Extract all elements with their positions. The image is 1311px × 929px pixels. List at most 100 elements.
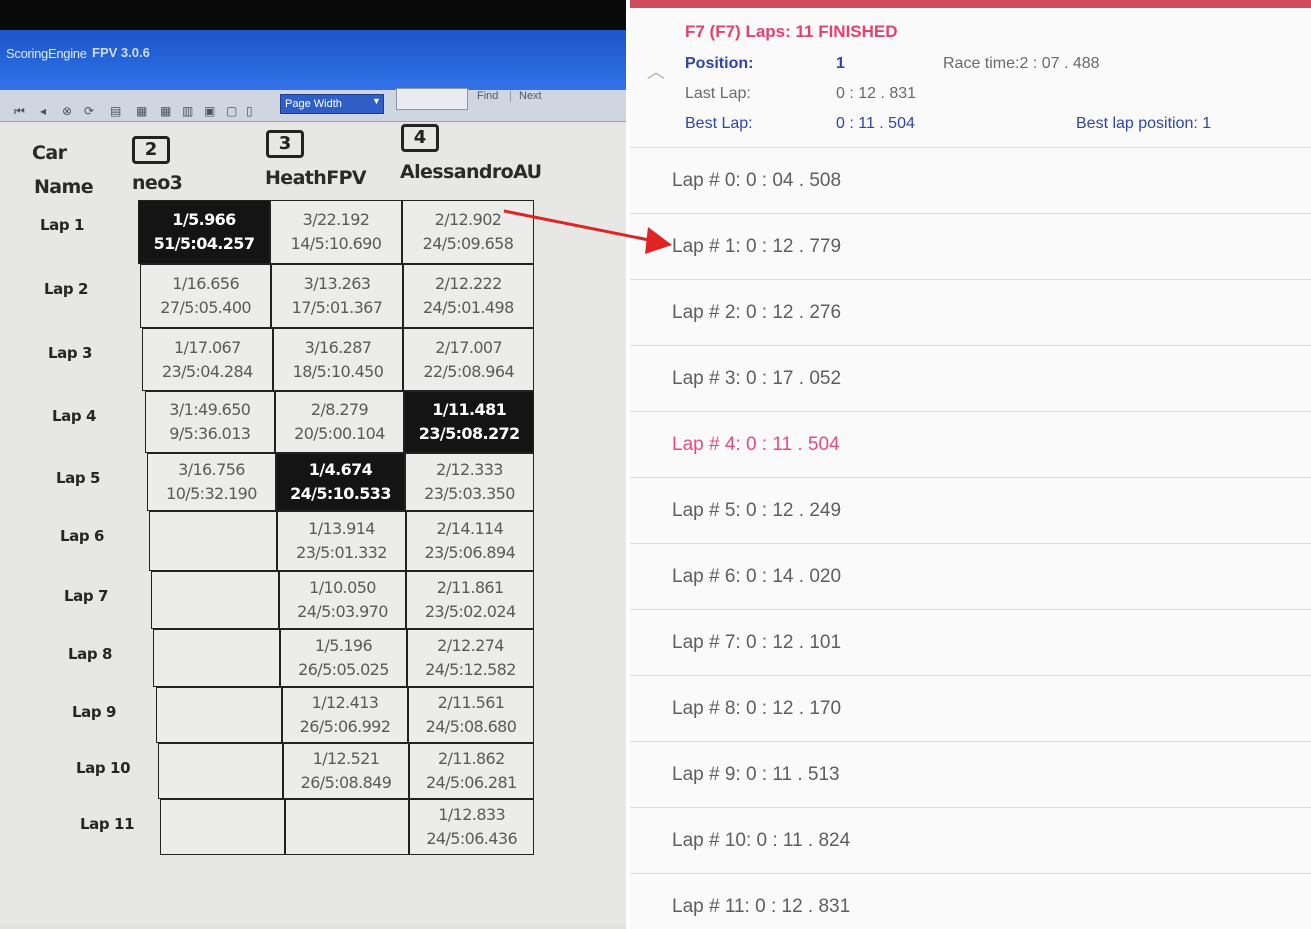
lap-result-cell: 1/4.674 24/5:10.533: [276, 453, 405, 511]
table-row: 1/17.067 23/5:04.284 3/16.287 18/5:10.450 2/…: [142, 328, 535, 391]
race-time: Race time:2 : 07 . 488: [943, 55, 1100, 72]
lap-list-item[interactable]: Lap # 7: 0 : 12 . 101: [630, 610, 1311, 676]
stop-icon[interactable]: ⊗: [62, 104, 72, 118]
laps-total-time: 26/5:05.025: [298, 660, 389, 679]
scoring-photo: ScoringEngine FPV 3.0.6 ⏮ ◂ ⊗ ⟳ ▤ ▦ ▦ ▥ …: [0, 0, 626, 929]
lap-time-text: Lap # 8: 0 : 12 . 170: [672, 698, 842, 719]
position-value: 1: [836, 55, 845, 72]
lap-result-cell: 3/22.192 14/5:10.690: [270, 200, 402, 264]
laps-total-time: 26/5:06.992: [299, 717, 391, 736]
position-laptime: 1/12.413: [311, 693, 379, 712]
lap-time-text: Lap # 2: 0 : 12 . 276: [672, 302, 842, 323]
position-laptime: 2/12.274: [437, 636, 504, 655]
pilot-name: HeathFPV: [265, 167, 367, 189]
zoom-select[interactable]: Page Width: [280, 94, 384, 114]
lap-result-cell: 1/5.196 26/5:05.025: [280, 629, 407, 687]
last-lap-label: Last Lap:: [685, 85, 751, 102]
lap-row-label: Lap 5: [56, 469, 101, 487]
lap-result-cell: 2/12.333 23/5:03.350: [405, 453, 534, 511]
next-link[interactable]: Next: [519, 90, 542, 102]
position-laptime: 2/12.902: [434, 210, 502, 229]
lap-row-label: Lap 6: [60, 527, 105, 545]
lap-result-cell: 1/12.413 26/5:06.992: [282, 687, 408, 743]
best-lap-position: Best lap position: 1: [1076, 115, 1212, 132]
lap-result-cell: 2/12.274 24/5:12.582: [407, 629, 534, 687]
empty-cell: [156, 687, 282, 743]
table-row: 1/13.914 23/5:01.332 2/14.114 23/5:06.894: [149, 511, 534, 571]
pilot-name: neo3: [132, 172, 183, 194]
lap-list-item[interactable]: Lap # 9: 0 : 11 . 513: [630, 742, 1311, 808]
chevron-down-icon[interactable]: ▼: [372, 96, 381, 106]
refresh-icon[interactable]: ⟳: [84, 104, 94, 118]
export-excel-icon[interactable]: ▦: [136, 104, 147, 118]
lap-row-label: Lap 10: [76, 759, 131, 777]
best-lap-label: Best Lap:: [685, 115, 753, 132]
export-pdf-icon[interactable]: ▥: [182, 104, 193, 118]
chevron-up-icon[interactable]: ︿: [646, 62, 666, 82]
lap-list-item[interactable]: Lap # 8: 0 : 12 . 170: [630, 676, 1311, 742]
print-icon[interactable]: ▤: [110, 104, 121, 118]
position-laptime: 1/5.966: [172, 210, 236, 229]
laps-total-time: 23/5:03.350: [424, 484, 515, 503]
lap-result-cell: 1/12.521 26/5:08.849: [283, 743, 409, 799]
position-laptime: 1/16.656: [172, 274, 240, 293]
position-laptime: 2/11.861: [436, 578, 504, 597]
position-laptime: 3/16.287: [304, 337, 372, 357]
laps-total-time: 23/5:04.284: [161, 361, 253, 381]
laps-total-time: 23/5:06.894: [424, 543, 516, 562]
laps-total-time: 23/5:02.024: [424, 602, 516, 621]
table-row: 1/12.413 26/5:06.992 2/11.561 24/5:08.680: [156, 687, 534, 743]
table-row: 3/1:49.650 9/5:36.013 2/8.279 20/5:00.104 1/…: [145, 391, 535, 453]
laps-total-time: 51/5:04.257: [153, 234, 255, 253]
laps-total-time: 14/5:10.690: [290, 234, 382, 253]
position-laptime: 2/12.222: [434, 274, 502, 293]
lap-time-text: Lap # 1: 0 : 12 . 779: [672, 236, 842, 257]
lap-row-label: Lap 4: [52, 407, 97, 425]
lap-list-item[interactable]: Lap # 11: 0 : 12 . 831: [630, 874, 1311, 929]
single-page-icon[interactable]: ▢: [226, 104, 237, 118]
app-title: ScoringEngine: [6, 46, 87, 61]
race-header: F7 (F7) Laps: 11 FINISHED: [685, 22, 898, 41]
lap-list-item[interactable]: Lap # 1: 0 : 12 . 779: [630, 214, 1311, 280]
best-lap-value: 0 : 11 . 504: [836, 115, 915, 132]
page-setup-icon[interactable]: ▣: [204, 104, 215, 118]
lap-result-cell: 1/17.067 23/5:04.284: [142, 328, 273, 391]
lap-list-item[interactable]: Lap # 4: 0 : 11 . 504: [630, 412, 1311, 478]
empty-cell: [158, 743, 284, 799]
lap-list-item[interactable]: Lap # 2: 0 : 12 . 276: [630, 280, 1311, 346]
position-label: Position:: [685, 55, 754, 72]
lap-time-text: Lap # 11: 0 : 12 . 831: [672, 896, 851, 917]
name-header: Name: [34, 176, 94, 198]
position-laptime: 1/12.833: [438, 805, 506, 824]
laps-total-time: 27/5:05.400: [160, 298, 252, 317]
lap-row-label: Lap 1: [40, 216, 85, 234]
find-link[interactable]: Find: [477, 90, 498, 102]
lap-list-item[interactable]: Lap # 10: 0 : 11 . 824: [630, 808, 1311, 874]
position-laptime: 1/4.674: [308, 460, 373, 479]
lap-list-item[interactable]: Lap # 6: 0 : 14 . 020: [630, 544, 1311, 610]
position-laptime: 1/11.481: [432, 400, 507, 419]
last-lap-value: 0 : 12 . 831: [836, 85, 917, 102]
lap-time-text: Lap # 3: 0 : 17 . 052: [672, 368, 842, 389]
lap-list-item[interactable]: Lap # 0: 0 : 04 . 508: [630, 148, 1311, 214]
multi-page-icon[interactable]: ▯: [246, 104, 253, 118]
laps-total-time: 24/5:06.436: [426, 829, 518, 848]
export-sheet-icon[interactable]: ▦: [160, 104, 171, 118]
find-input[interactable]: [396, 88, 468, 110]
first-page-icon[interactable]: ⏮: [14, 104, 25, 119]
table-row: 1/5.196 26/5:05.025 2/12.274 24/5:12.582: [153, 629, 534, 687]
lap-result-cell: 3/13.263 17/5:01.367: [271, 264, 403, 328]
table-row: 1/10.050 24/5:03.970 2/11.861 23/5:02.024: [151, 571, 535, 629]
position-laptime: 2/14.114: [436, 519, 504, 538]
app-version: FPV 3.0.6: [92, 45, 150, 60]
lap-row-label: Lap 11: [80, 815, 135, 833]
monitor-bezel: [0, 0, 626, 30]
car-number: 3: [266, 130, 304, 158]
lap-results-table: 1/5.966 51/5:04.257 3/22.192 14/5:10.690 2/1…: [138, 200, 535, 855]
lap-list-item[interactable]: Lap # 5: 0 : 12 . 249: [630, 478, 1311, 544]
position-laptime: 1/10.050: [309, 578, 376, 597]
laps-total-time: 24/5:03.970: [297, 602, 388, 621]
lap-list-item[interactable]: Lap # 3: 0 : 17 . 052: [630, 346, 1311, 412]
lap-result-cell: 2/11.862 24/5:06.281: [408, 743, 534, 799]
prev-page-icon[interactable]: ◂: [40, 104, 46, 118]
